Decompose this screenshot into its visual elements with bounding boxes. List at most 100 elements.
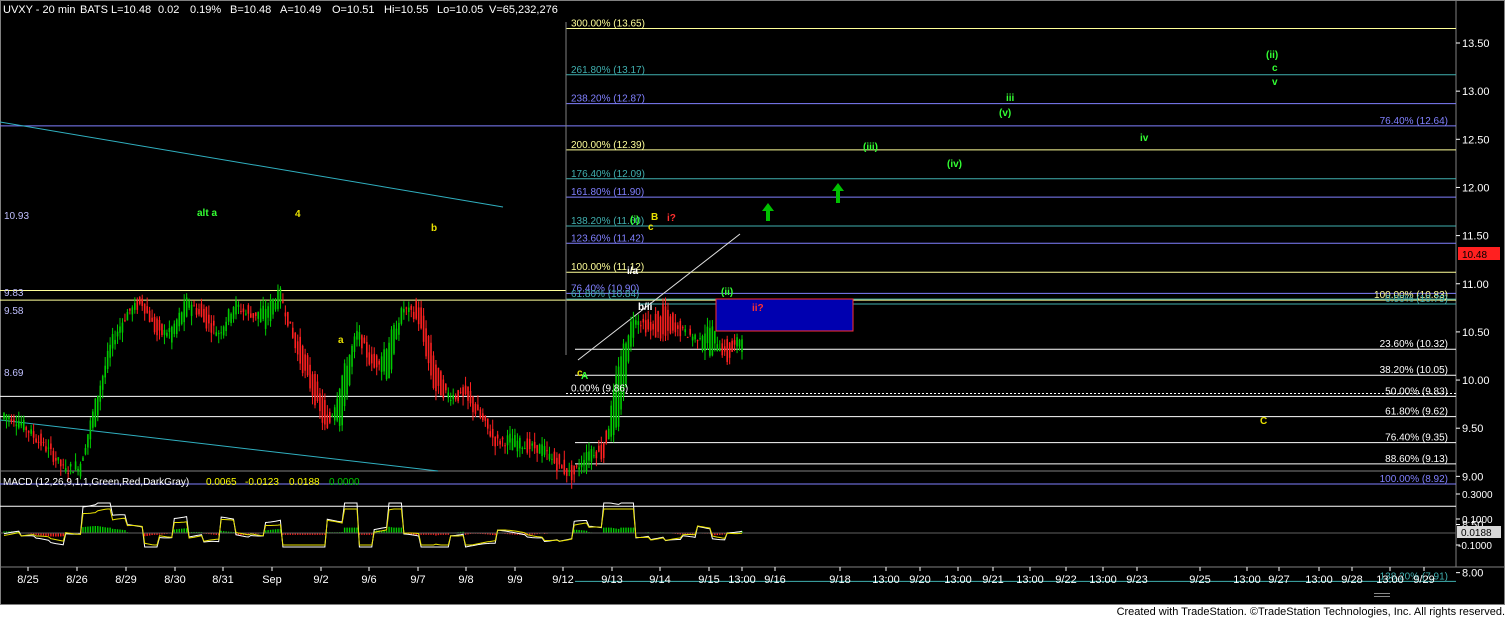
wave-label: iii bbox=[1006, 93, 1015, 104]
candle-body bbox=[171, 326, 173, 343]
feed-label: BATS bbox=[80, 4, 108, 16]
candle-body bbox=[617, 366, 620, 427]
candle-body bbox=[647, 319, 650, 330]
candle-body bbox=[578, 467, 580, 470]
candle-body bbox=[437, 367, 440, 386]
candle-body bbox=[257, 311, 260, 319]
candle-body bbox=[499, 440, 501, 445]
price-axis-label: 11.50 bbox=[1462, 231, 1489, 243]
candle-body bbox=[482, 413, 484, 421]
candle-body bbox=[674, 322, 677, 333]
candle-body bbox=[598, 445, 600, 452]
candle-body bbox=[701, 336, 704, 351]
price-axis-label: 10.00 bbox=[1462, 375, 1490, 387]
level-label-869: 8.69 bbox=[4, 368, 24, 379]
candle-body bbox=[146, 306, 148, 313]
candle-body bbox=[501, 437, 504, 440]
candle-body bbox=[168, 328, 171, 332]
time-axis-label: 9/28 bbox=[1341, 574, 1362, 586]
time-axis-label: 8/31 bbox=[212, 574, 233, 586]
candle-body bbox=[474, 404, 477, 414]
candle-body bbox=[109, 344, 111, 358]
candle-body bbox=[477, 404, 479, 411]
candle-body bbox=[106, 351, 109, 370]
candle-body bbox=[254, 312, 257, 316]
candle-body bbox=[714, 330, 716, 344]
candle-body bbox=[188, 300, 190, 308]
time-axis: 8/25 8/26 8/29 8/30 8/31 Sep 9/2 9/6 9/7 9/8 9/9 9/… bbox=[17, 567, 1435, 586]
time-axis-label: 9/18 bbox=[829, 574, 850, 586]
macd-pane: MACD (12,26,9,1,1,Green,Red,DarkGray) 0.… bbox=[0, 477, 1501, 552]
candle-body bbox=[101, 375, 104, 390]
wave-label: A bbox=[581, 371, 588, 382]
time-axis-label: 8/29 bbox=[115, 574, 136, 586]
candle-body bbox=[222, 326, 225, 336]
candle-body bbox=[37, 441, 40, 443]
candle-body bbox=[637, 321, 640, 325]
candle-body bbox=[131, 307, 134, 315]
time-axis-label: 9/13 bbox=[601, 574, 622, 586]
wave-label: ii? bbox=[752, 303, 764, 314]
fib-label: 88.60% (9.13) bbox=[1385, 454, 1448, 465]
candle-body bbox=[183, 301, 185, 323]
candle-body bbox=[143, 303, 146, 314]
time-axis-label: 13:00 bbox=[1016, 574, 1044, 586]
time-axis-label: 9/6 bbox=[361, 574, 376, 586]
candle-body bbox=[565, 468, 568, 476]
price-axis-label: 11.00 bbox=[1462, 279, 1489, 291]
candle-body bbox=[718, 348, 721, 352]
candle-body bbox=[390, 329, 393, 370]
candle-body bbox=[67, 473, 69, 475]
candle-body bbox=[47, 447, 50, 449]
fib-label: 61.80% (9.62) bbox=[1385, 407, 1448, 418]
time-axis-label: 9/22 bbox=[1055, 574, 1076, 586]
time-axis-label: Sep bbox=[262, 574, 282, 586]
candle-body bbox=[561, 465, 563, 469]
candle-body bbox=[358, 332, 361, 340]
candle-body bbox=[74, 461, 77, 470]
candle-body bbox=[417, 307, 420, 325]
candle-body bbox=[92, 411, 94, 428]
macd-axis-tick: 0.3000 bbox=[1462, 490, 1493, 501]
candle-body bbox=[652, 323, 654, 330]
candle-body bbox=[405, 307, 408, 309]
candle-body bbox=[185, 297, 188, 317]
candle-body bbox=[82, 457, 84, 461]
candle-body bbox=[536, 445, 538, 453]
candles bbox=[3, 284, 743, 489]
candle-body bbox=[348, 354, 351, 386]
candle-body bbox=[141, 298, 144, 306]
candle-body bbox=[55, 457, 57, 461]
macd-value-2: -0.0123 bbox=[245, 477, 279, 488]
candle-body bbox=[119, 326, 121, 333]
horizontal-line-labels: 10.93 9.83 9.58 8.69 bbox=[4, 211, 29, 379]
candle-body bbox=[573, 465, 575, 475]
candle-body bbox=[380, 356, 383, 372]
candle-body bbox=[691, 336, 694, 341]
candle-body bbox=[299, 336, 301, 364]
candle-body bbox=[42, 441, 45, 443]
ask-label: A=10.49 bbox=[280, 4, 321, 16]
candle-body bbox=[689, 328, 691, 335]
candle-body bbox=[383, 349, 385, 372]
candle-body bbox=[232, 307, 235, 319]
candle-body bbox=[200, 303, 203, 317]
candle-body bbox=[30, 429, 32, 434]
candle-body bbox=[494, 437, 496, 447]
candle-body bbox=[457, 390, 459, 402]
candle-body bbox=[245, 313, 247, 315]
candle-body bbox=[45, 446, 47, 452]
candle-body bbox=[635, 320, 637, 325]
candle-body bbox=[642, 318, 645, 323]
candle-body bbox=[696, 340, 699, 342]
candle-body bbox=[126, 312, 129, 321]
candle-body bbox=[600, 444, 603, 460]
candle-body bbox=[723, 346, 726, 352]
candle-body bbox=[590, 449, 593, 462]
candle-body bbox=[654, 313, 657, 338]
candle-body bbox=[247, 305, 250, 314]
candle-body bbox=[551, 458, 553, 460]
candle-body bbox=[398, 322, 400, 335]
candle-body bbox=[449, 400, 452, 402]
candle-body bbox=[62, 464, 65, 466]
